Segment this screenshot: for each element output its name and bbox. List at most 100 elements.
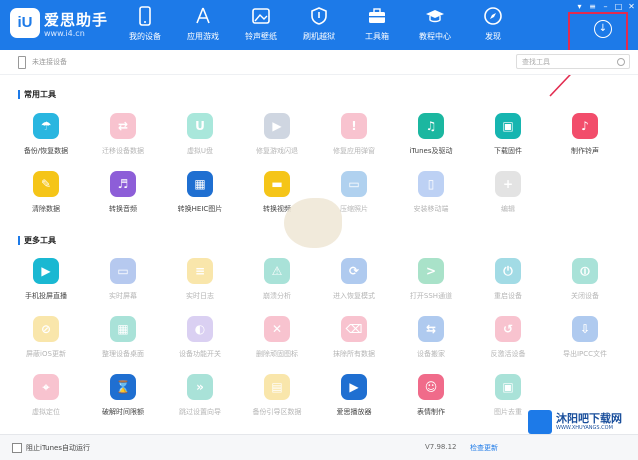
tool-item[interactable]: ! 修复应用弹窗: [319, 113, 389, 169]
tool-item[interactable]: ▶ 修复游戏闪退: [242, 113, 312, 169]
tool-icon: ▭: [110, 258, 136, 284]
tool-label: 修复应用弹窗: [333, 147, 375, 155]
download-manager-button[interactable]: ↓: [594, 20, 612, 38]
app-header: iU 爱思助手 www.i4.cn 我的设备 应用游戏 铃声壁纸 刷机越狱 工具…: [0, 0, 638, 50]
section-title-more: 更多工具: [24, 236, 56, 245]
app-store-icon: [196, 7, 210, 24]
tool-item[interactable]: ⌖ 虚拟定位: [11, 374, 81, 430]
tool-label: 转换HEIC图片: [177, 205, 223, 213]
close-icon[interactable]: ✕: [627, 2, 636, 11]
tool-icon: ♪: [572, 113, 598, 139]
tool-label: 抹除所有数据: [333, 350, 375, 358]
search-icon[interactable]: [617, 58, 625, 66]
tool-item[interactable]: ▭ 实时屏幕: [88, 258, 158, 314]
tool-item[interactable]: ▯ 安装移动端: [396, 171, 466, 227]
nav-apps-games[interactable]: 应用游戏: [174, 0, 232, 50]
checkbox-label: 阻止iTunes自动运行: [26, 444, 90, 452]
tool-item[interactable]: ⏻ 重启设备: [473, 258, 543, 314]
version-label: V7.98.12: [425, 443, 457, 451]
tool-item[interactable]: ⇆ 设备搬家: [396, 316, 466, 372]
tool-label: 反激活设备: [490, 350, 526, 358]
tool-icon: ⊘: [33, 316, 59, 342]
tool-icon: U: [187, 113, 213, 139]
nav-tutorials[interactable]: 教程中心: [406, 0, 464, 50]
tool-item[interactable]: ▶ 爱思播放器: [319, 374, 389, 430]
nav-label: 刷机越狱: [303, 32, 335, 41]
phone-icon: [139, 6, 151, 26]
tool-label: 设备搬家: [417, 350, 445, 358]
app-url: www.i4.cn: [44, 29, 85, 38]
tool-item[interactable]: ♬ 转换音频: [88, 171, 158, 227]
tool-item[interactable]: ⚠ 崩溃分析: [242, 258, 312, 314]
tool-label: 实时屏幕: [109, 292, 137, 300]
tool-item[interactable]: U 虚拟U盘: [165, 113, 235, 169]
tool-label: 屏蔽iOS更新: [26, 350, 66, 358]
tool-label: 转换音频: [109, 205, 137, 213]
tool-item[interactable]: ♫ iTunes及驱动: [396, 113, 466, 169]
tool-item[interactable]: ◐ 设备功能开关: [165, 316, 235, 372]
skin-icon[interactable]: ▾: [575, 2, 584, 11]
wallpaper-icon: [252, 8, 270, 24]
tool-item[interactable]: ♪ 制作铃声: [550, 113, 620, 169]
menu-icon[interactable]: ≡: [588, 2, 597, 11]
nav-flash-jailbreak[interactable]: 刷机越狱: [290, 0, 348, 50]
tool-item[interactable]: ▶ 手机投屏直播: [11, 258, 81, 314]
search-input[interactable]: 查找工具: [516, 54, 630, 69]
tool-icon: ▤: [264, 374, 290, 400]
tool-item[interactable]: ⊘ 屏蔽iOS更新: [11, 316, 81, 372]
tool-icon: ▦: [110, 316, 136, 342]
tool-icon: »: [187, 374, 213, 400]
search-placeholder: 查找工具: [522, 58, 550, 66]
block-itunes-checkbox[interactable]: [12, 443, 22, 453]
tool-item[interactable]: » 跳过设置向导: [165, 374, 235, 430]
tool-item[interactable]: ⟳ 进入恢复模式: [319, 258, 389, 314]
tool-item[interactable]: > 打开SSH通道: [396, 258, 466, 314]
section-marker: [18, 236, 20, 245]
tool-icon: ⌫: [341, 316, 367, 342]
tool-icon: ✎: [33, 171, 59, 197]
tool-icon: ⇄: [110, 113, 136, 139]
nav-label: 铃声壁纸: [245, 32, 277, 41]
nav-ringtones-wallpapers[interactable]: 铃声壁纸: [232, 0, 290, 50]
tool-item[interactable]: + 编辑: [473, 171, 543, 227]
tool-item[interactable]: ⌛ 破解时间限额: [88, 374, 158, 430]
nav-my-device[interactable]: 我的设备: [116, 0, 174, 50]
tool-item[interactable]: ▦ 整理设备桌面: [88, 316, 158, 372]
tool-icon: ☂: [33, 113, 59, 139]
minimize-icon[interactable]: –: [601, 2, 610, 11]
check-update-link[interactable]: 检查更新: [470, 443, 498, 453]
tool-icon: ⇩: [572, 316, 598, 342]
tool-label: 制作铃声: [571, 147, 599, 155]
tool-label: 破解时间限额: [102, 408, 144, 416]
tool-item[interactable]: ⏼ 关闭设备: [550, 258, 620, 314]
tool-item[interactable]: ▦ 转换HEIC图片: [165, 171, 235, 227]
tool-icon: ⌖: [33, 374, 59, 400]
tool-item[interactable]: ↺ 反激活设备: [473, 316, 543, 372]
nav-discover[interactable]: 发现: [464, 0, 522, 50]
tool-item[interactable]: ⇩ 导出IPCC文件: [550, 316, 620, 372]
tool-item[interactable]: ⌫ 抹除所有数据: [319, 316, 389, 372]
nav-label: 我的设备: [129, 32, 161, 41]
tool-label: 备份/恢复数据: [23, 147, 69, 155]
tool-label: 导出IPCC文件: [562, 350, 608, 358]
app-logo: iU: [10, 8, 40, 38]
maximize-icon[interactable]: □: [614, 2, 623, 11]
tool-item[interactable]: ▤ 备份引导区数据: [242, 374, 312, 430]
tool-item[interactable]: ▣ 下载固件: [473, 113, 543, 169]
tool-icon: ♫: [418, 113, 444, 139]
tool-item[interactable]: ✕ 删除顽固图标: [242, 316, 312, 372]
tool-item[interactable]: ☺ 表情制作: [396, 374, 466, 430]
tool-item[interactable]: ≡ 实时日志: [165, 258, 235, 314]
device-status: 未连接设备: [32, 58, 67, 66]
device-icon: [18, 56, 26, 69]
tool-item[interactable]: ☂ 备份/恢复数据: [11, 113, 81, 169]
tool-icon: ♬: [110, 171, 136, 197]
tool-icon: !: [341, 113, 367, 139]
tool-label: iTunes及驱动: [409, 147, 453, 155]
tool-icon: ▶: [341, 374, 367, 400]
tool-icon: ↺: [495, 316, 521, 342]
tool-item[interactable]: ✎ 清除数据: [11, 171, 81, 227]
tool-item[interactable]: ⇄ 迁移设备数据: [88, 113, 158, 169]
nav-toolbox[interactable]: 工具箱: [348, 0, 406, 50]
section-title-common: 常用工具: [24, 90, 56, 99]
